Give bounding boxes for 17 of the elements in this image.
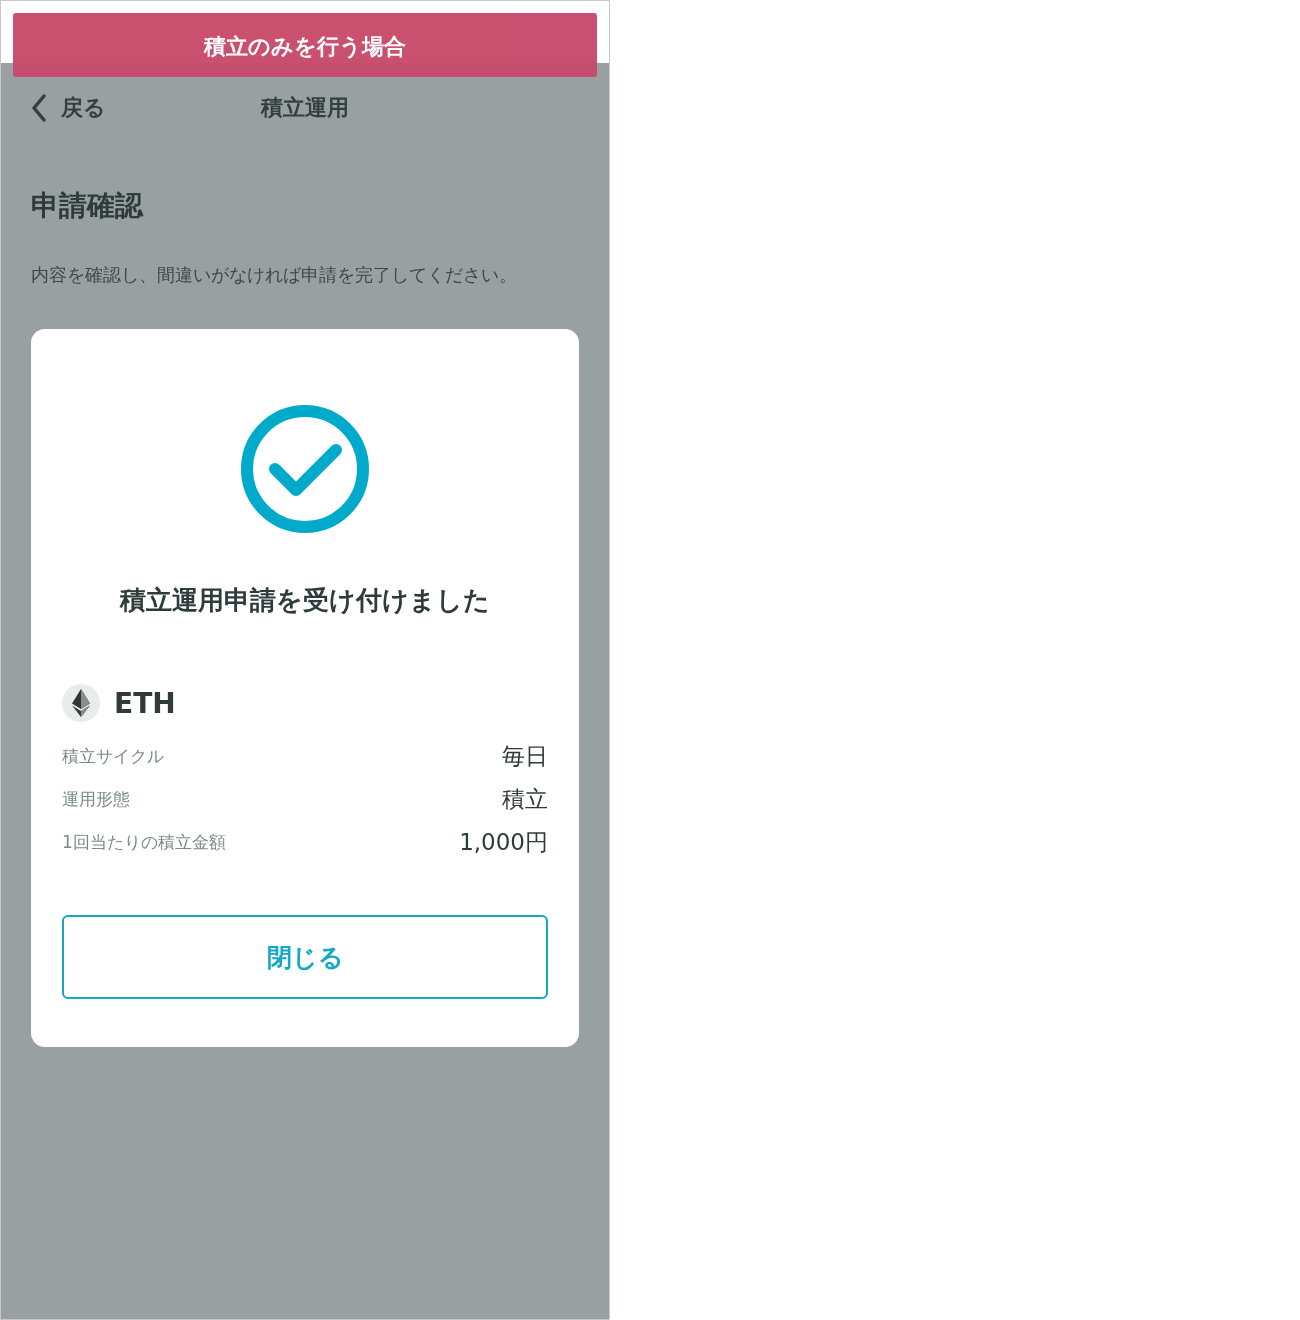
banner-title: 積立のみを行う場合 [204,33,406,61]
description-text: 内容を確認し、間違いがなければ申請を完了してください。 [31,263,518,287]
back-button[interactable]: 戻る [31,93,106,123]
detail-label: 積立サイクル [62,744,164,768]
detail-label: 運用形態 [62,787,130,811]
coin-name: ETH [114,686,176,720]
detail-value: 1,000円 [459,827,548,857]
close-button[interactable]: 閉じる [62,915,548,999]
detail-value: 毎日 [502,741,548,771]
dialog-message: 積立運用申請を受け付けました [118,584,491,617]
section-heading: 申請確認 [31,188,145,224]
detail-value: 積立 [502,784,548,814]
screen-title: 積立運用 [261,94,349,122]
check-circle-icon [239,403,371,535]
back-chevron-icon [31,94,47,122]
detail-label: 1回当たりの積立金額 [62,830,226,854]
ethereum-icon [62,684,100,722]
